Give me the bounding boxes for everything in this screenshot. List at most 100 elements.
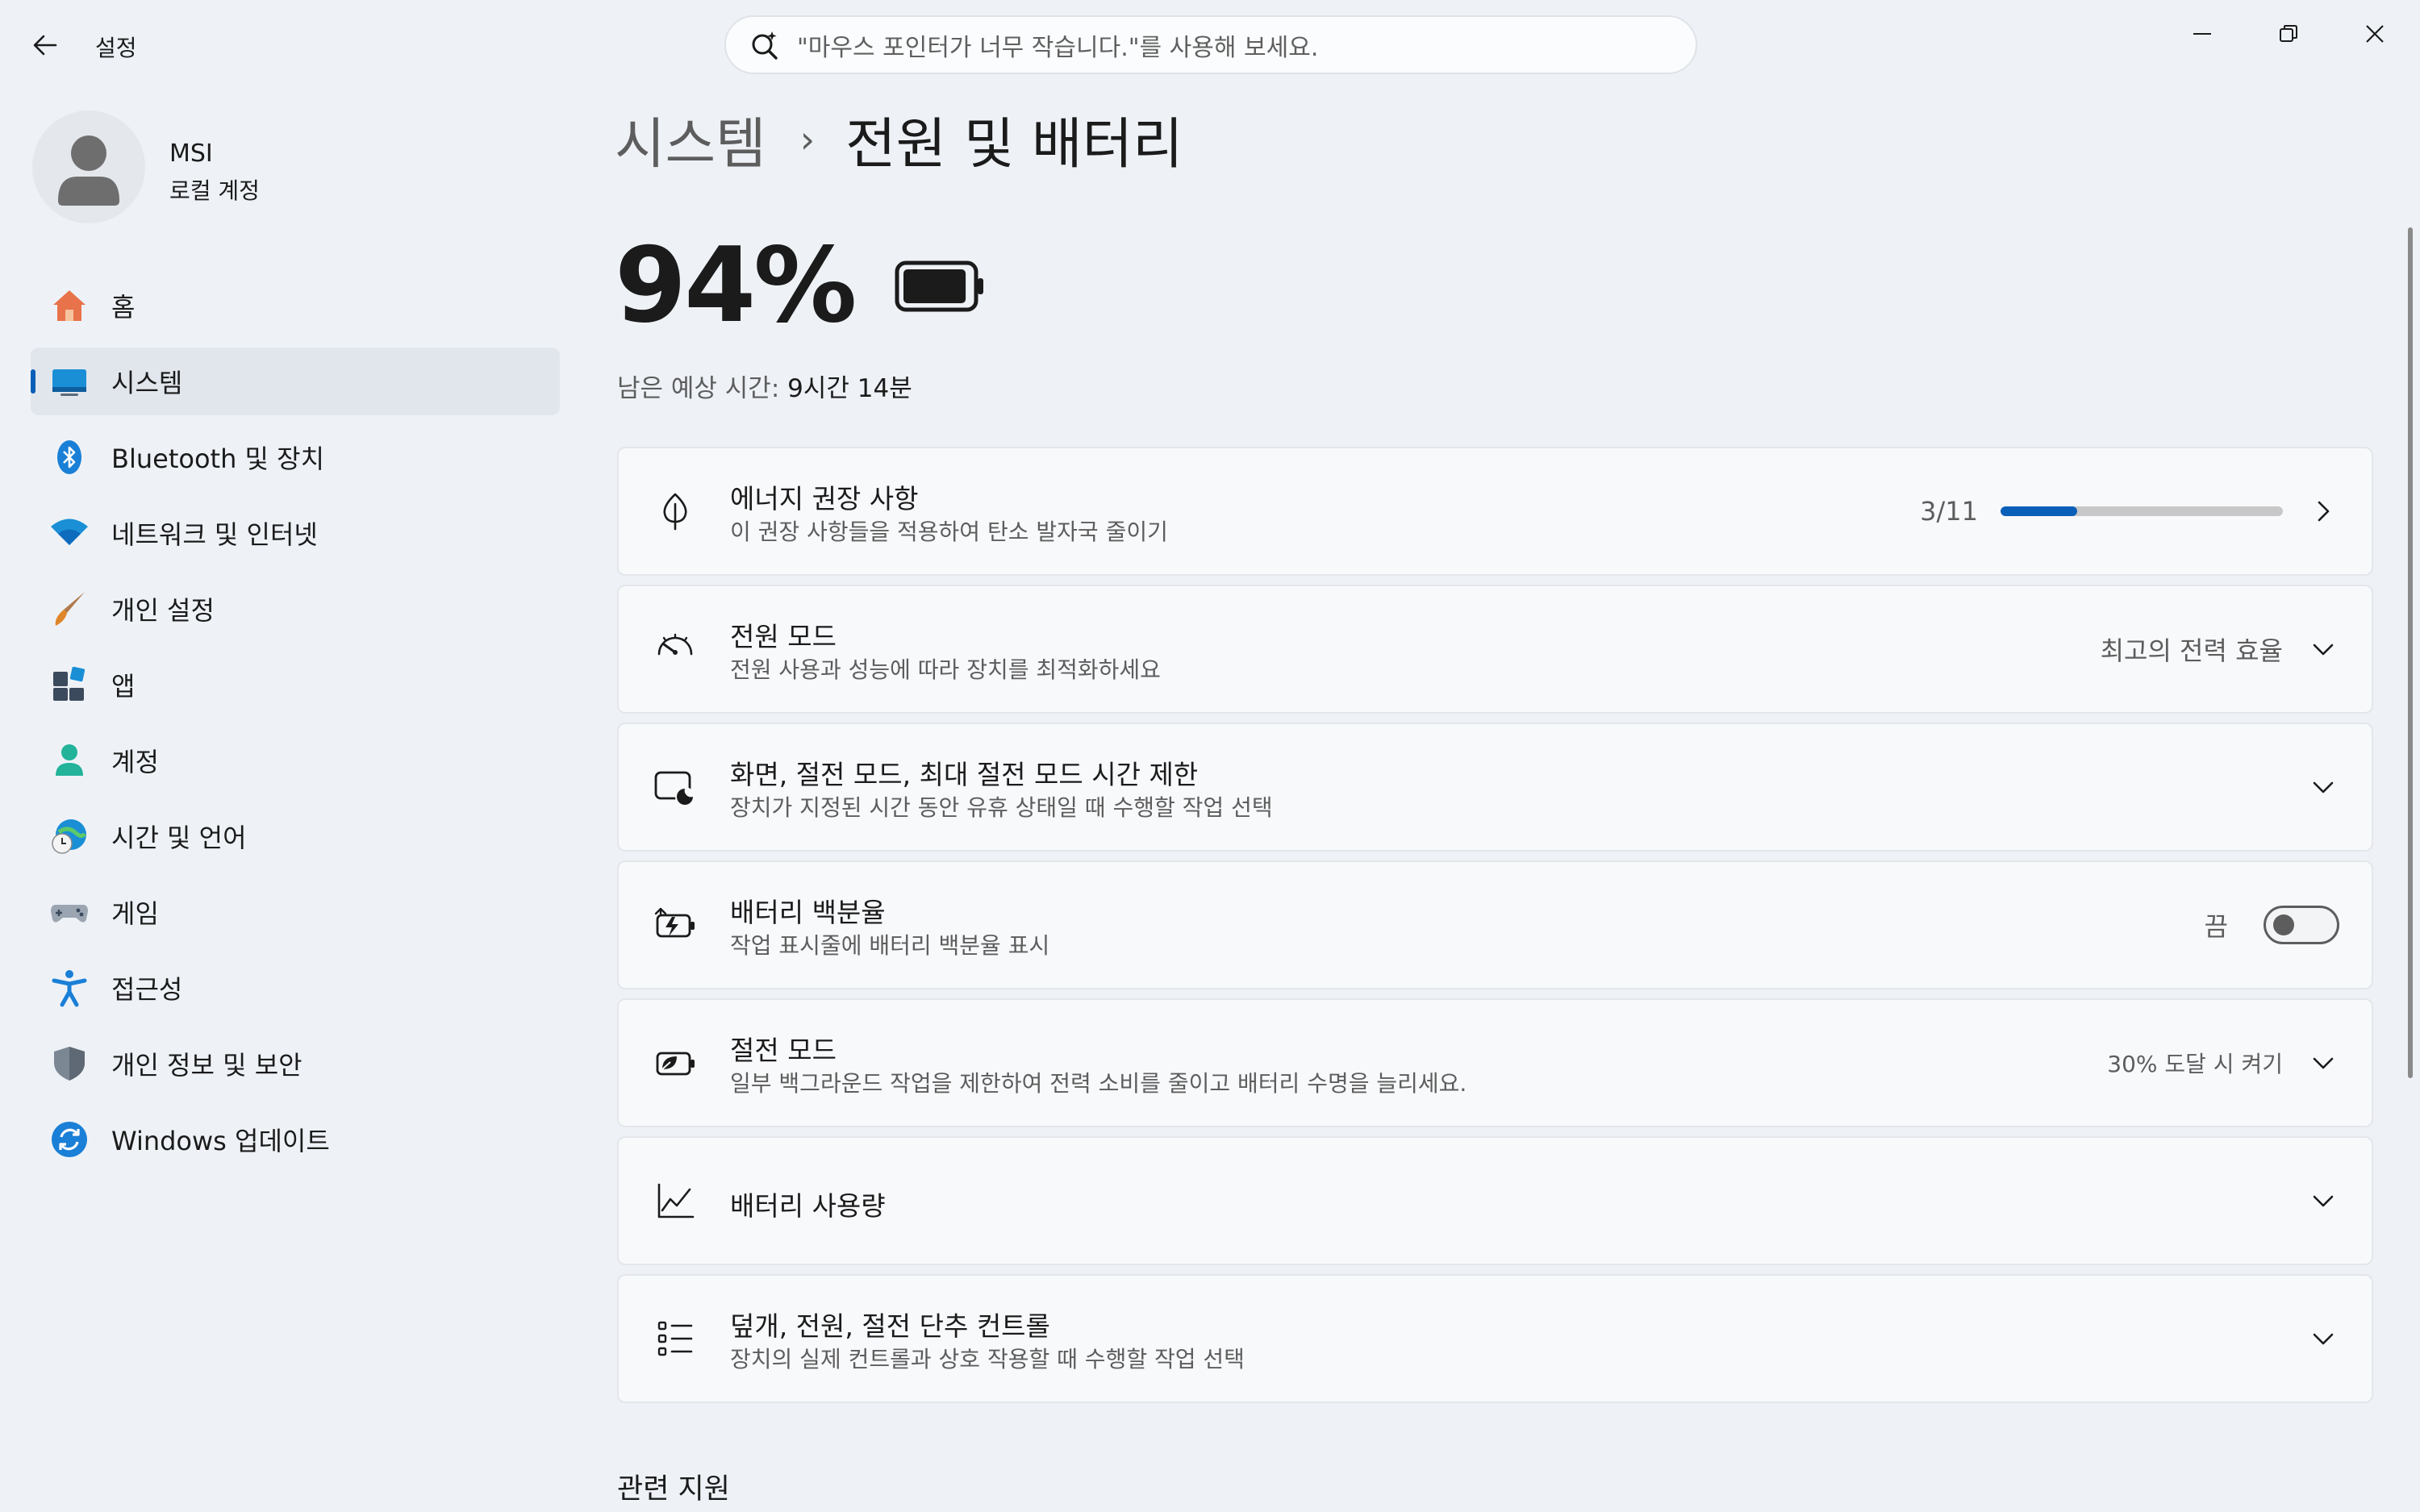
screen-sleep-timeouts-card[interactable]: 화면, 절전 모드, 최대 절전 모드 시간 제한 장치가 지정된 시간 동안 … — [617, 723, 2373, 852]
sidebar-item-label: 시스템 — [111, 368, 183, 398]
chevron-down-icon — [2307, 1047, 2339, 1079]
card-subtitle: 장치의 실제 컨트롤과 상호 작용할 때 수행할 작업 선택 — [730, 1346, 1245, 1372]
breadcrumb-separator: › — [799, 117, 816, 161]
time-language-icon — [48, 815, 90, 857]
card-subtitle: 작업 표시줄에 배터리 백분율 표시 — [730, 932, 1050, 959]
gauge-icon — [651, 625, 699, 673]
sidebar-item-label: Windows 업데이트 — [111, 1126, 330, 1156]
user-profile[interactable]: MSI 로컬 계정 — [32, 107, 549, 224]
leaf-icon — [651, 487, 699, 535]
page-title: 전원 및 배터리 — [845, 113, 1183, 177]
minimize-icon — [2193, 33, 2211, 35]
sidebar-item-label: 홈 — [111, 292, 136, 323]
toggle-state-label: 끔 — [2204, 911, 2228, 942]
lid-power-buttons-card[interactable]: 덮개, 전원, 절전 단추 컨트롤 장치의 실제 컨트롤과 상호 작용할 때 수… — [617, 1274, 2373, 1403]
shield-icon — [48, 1043, 90, 1085]
wifi-icon — [48, 512, 90, 554]
sidebar-item-label: 네트워크 및 인터넷 — [111, 519, 318, 550]
sidebar-item-time-language[interactable]: 시간 및 언어 — [31, 802, 560, 870]
battery-usage-card[interactable]: 배터리 사용량 — [617, 1136, 2373, 1265]
bluetooth-icon — [48, 436, 90, 478]
sidebar-item-bluetooth[interactable]: Bluetooth 및 장치 — [31, 423, 560, 491]
avatar — [32, 110, 145, 223]
brush-icon — [48, 588, 90, 630]
app-title: 설정 — [95, 35, 137, 61]
card-title: 절전 모드 — [730, 1035, 837, 1066]
sidebar-item-accounts[interactable]: 계정 — [31, 727, 560, 794]
sidebar-item-system[interactable]: 시스템 — [31, 348, 560, 415]
sidebar-nav: 홈 시스템 Bluetooth 및 장치 네트워크 및 인터넷 개인 설정 앱 … — [31, 272, 560, 1181]
home-icon — [48, 285, 90, 327]
close-icon — [2366, 25, 2384, 43]
sidebar-item-privacy[interactable]: 개인 정보 및 보안 — [31, 1030, 560, 1098]
profile-account-type: 로컬 계정 — [169, 177, 260, 204]
sidebar-item-label: 계정 — [111, 747, 159, 777]
remaining-time-value: 9시간 14분 — [787, 374, 912, 403]
related-support-heading: 관련 지원 — [617, 1473, 730, 1506]
battery-icon — [895, 260, 984, 311]
restore-button[interactable] — [2256, 10, 2321, 58]
remaining-time-label: 남은 예상 시간: — [617, 374, 788, 403]
close-button[interactable] — [2343, 10, 2407, 58]
progress-bar — [2001, 506, 2283, 516]
title-bar: 설정 "마우스 포인터가 너무 작습니다."를 사용해 보세요. — [0, 0, 2420, 89]
sidebar-item-label: 개인 설정 — [111, 595, 215, 626]
battery-status: 94% — [615, 226, 985, 346]
sidebar-item-apps[interactable]: 앱 — [31, 651, 560, 719]
sidebar-item-personalization[interactable]: 개인 설정 — [31, 575, 560, 643]
profile-name: MSI — [169, 140, 213, 168]
sidebar-item-label: 게임 — [111, 898, 159, 929]
person-icon — [58, 135, 119, 206]
sidebar-item-gaming[interactable]: 게임 — [31, 878, 560, 946]
sidebar-item-label: 개인 정보 및 보안 — [111, 1050, 302, 1081]
sidebar-item-label: 앱 — [111, 671, 136, 702]
progress-count: 3/11 — [1920, 496, 1978, 527]
restore-icon — [2280, 25, 2297, 42]
back-arrow-icon — [33, 35, 57, 56]
energy-saver-dropdown[interactable]: 30% 도달 시 켜기 — [2107, 1047, 2283, 1079]
battery-percentage-card: 배터리 백분율 작업 표시줄에 배터리 백분율 표시 끔 — [617, 860, 2373, 989]
card-title: 배터리 사용량 — [730, 1190, 886, 1222]
sidebar-item-accessibility[interactable]: 접근성 — [31, 954, 560, 1022]
battery-percentage-toggle[interactable] — [2264, 906, 2339, 944]
energy-recommendations-card[interactable]: 에너지 권장 사항 이 권장 사항들을 적용하여 탄소 발자국 줄이기 3/11 — [617, 447, 2373, 576]
card-subtitle: 전원 사용과 성능에 따라 장치를 최적화하세요 — [730, 656, 1161, 683]
chart-icon — [651, 1177, 699, 1225]
energy-saver-card[interactable]: 절전 모드 일부 백그라운드 작업을 제한하여 전력 소비를 줄이고 배터리 수… — [617, 998, 2373, 1127]
sidebar-item-home[interactable]: 홈 — [31, 272, 560, 339]
card-subtitle: 장치가 지정된 시간 동안 유휴 상태일 때 수행할 작업 선택 — [730, 794, 1273, 821]
chevron-right-icon — [2307, 495, 2339, 527]
card-title: 화면, 절전 모드, 최대 절전 모드 시간 제한 — [730, 759, 1199, 790]
apps-icon — [48, 664, 90, 706]
progress-fill — [2001, 506, 2078, 516]
back-button[interactable] — [24, 24, 66, 66]
breadcrumb: 시스템 › 전원 및 배터리 — [615, 101, 1183, 177]
card-title: 전원 모드 — [730, 621, 837, 652]
gamepad-icon — [48, 891, 90, 933]
scrollbar[interactable] — [2408, 227, 2413, 1078]
card-subtitle: 일부 백그라운드 작업을 제한하여 전력 소비를 줄이고 배터리 수명을 늘리세… — [730, 1070, 1467, 1097]
chevron-down-icon — [2307, 1322, 2339, 1355]
remaining-time: 남은 예상 시간: 9시간 14분 — [617, 368, 912, 404]
sidebar-item-network[interactable]: 네트워크 및 인터넷 — [31, 499, 560, 567]
screen-sleep-icon — [651, 763, 699, 811]
card-title: 에너지 권장 사항 — [730, 483, 919, 514]
chevron-down-icon — [2307, 771, 2339, 803]
power-mode-card[interactable]: 전원 모드 전원 사용과 성능에 따라 장치를 최적화하세요 최고의 전력 효율 — [617, 585, 2373, 714]
breadcrumb-parent[interactable]: 시스템 — [615, 99, 766, 179]
battery-saver-icon — [651, 1039, 699, 1087]
search-input[interactable]: "마우스 포인터가 너무 작습니다."를 사용해 보세요. — [797, 27, 1318, 63]
card-subtitle: 이 권장 사항들을 적용하여 탄소 발자국 줄이기 — [730, 519, 1168, 545]
toggle-knob — [2273, 914, 2294, 935]
minimize-button[interactable] — [2170, 10, 2234, 58]
sidebar-item-windows-update[interactable]: Windows 업데이트 — [31, 1106, 560, 1173]
chevron-down-icon — [2307, 1185, 2339, 1217]
account-icon — [48, 739, 90, 781]
sidebar-item-label: 시간 및 언어 — [111, 823, 247, 853]
card-title: 덮개, 전원, 절전 단추 컨트롤 — [730, 1310, 1050, 1342]
search-box[interactable]: "마우스 포인터가 너무 작습니다."를 사용해 보세요. — [724, 15, 1697, 74]
battery-charge-icon — [651, 901, 699, 949]
update-icon — [48, 1118, 90, 1160]
power-mode-dropdown[interactable]: 최고의 전력 효율 — [2101, 631, 2283, 668]
system-icon — [48, 360, 90, 402]
